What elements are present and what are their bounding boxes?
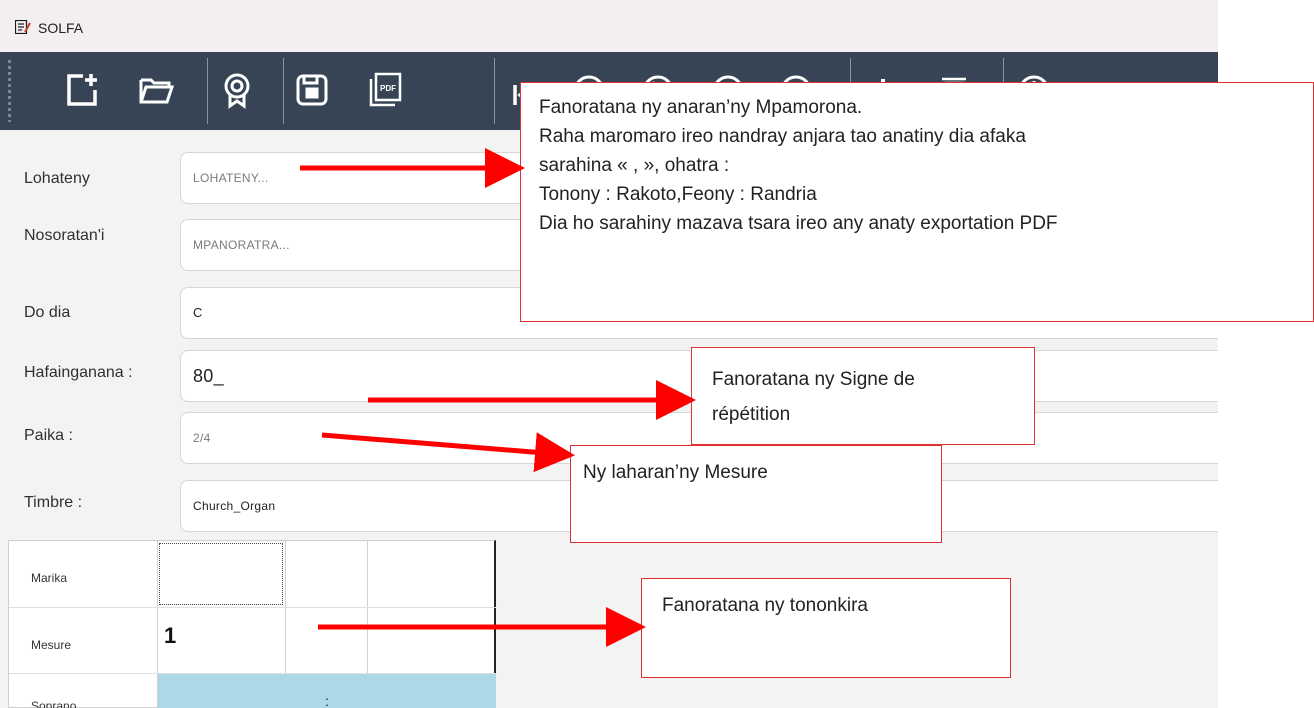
annotation-line: Raha maromaro ireo nandray anjara tao an… [539, 126, 1026, 147]
annotation-line: Dia ho sarahiny mazava tsara ireo any an… [539, 213, 1058, 234]
annotation-line: sarahina « , », ohatra : [539, 155, 730, 176]
annotation-line: Tonony : Rakoto,Feony : Randria [539, 184, 817, 205]
annotation-measure-number: Ny laharan’ny Mesure [570, 445, 942, 543]
open-folder-icon [139, 78, 175, 104]
window-title: SOLFA [38, 20, 84, 36]
timbre-label: Timbre : [24, 494, 83, 511]
toolbar-grip [8, 60, 11, 122]
open-file-button[interactable] [134, 68, 178, 112]
tempo-value: 80_ [193, 366, 224, 386]
grid-row-label: Soprano [31, 699, 77, 708]
author-placeholder: MPANORATRA... [193, 238, 290, 252]
new-file-button[interactable] [60, 68, 104, 112]
title-placeholder: LOHATENY... [193, 171, 269, 185]
soprano-note[interactable]: : [325, 693, 329, 708]
tempo-label: Hafainganana : [24, 364, 133, 381]
author-label: Nosoratan'i [24, 227, 105, 244]
measure-number[interactable]: 1 [164, 623, 176, 649]
grid-row-line [9, 607, 497, 608]
key-value: C [193, 305, 203, 320]
pdf-export-icon: PDF [369, 72, 402, 107]
marika-cell[interactable] [159, 543, 283, 605]
annotation-line: répétition [712, 404, 791, 425]
save-button[interactable] [290, 68, 334, 112]
grid-row-label: Mesure [31, 638, 72, 652]
meter-label: Paika : [24, 427, 73, 444]
score-grid[interactable]: Marika Mesure Soprano 1 : [8, 540, 497, 708]
timbre-value: Church_Organ [193, 499, 276, 513]
annotation-author-help: Fanoratana ny anaran’ny Mpamorona. Raha … [520, 82, 1314, 322]
title-bar: SOLFA [0, 0, 1218, 52]
annotation-line: Fanoratana ny Signe de [712, 369, 915, 390]
annotation-repeat-sign: Fanoratana ny Signe de répétition [691, 347, 1035, 445]
save-icon [296, 74, 328, 106]
svg-text:PDF: PDF [380, 84, 396, 93]
music-edit-icon [15, 20, 31, 34]
toolbar-separator [494, 58, 495, 124]
toolbar-separator [207, 58, 208, 124]
meter-value: 2/4 [193, 431, 211, 445]
new-file-icon [67, 74, 97, 106]
toolbar-separator [283, 58, 284, 124]
annotation-line: Fanoratana ny tononkira [662, 595, 868, 616]
annotation-line: Ny laharan’ny Mesure [583, 462, 768, 483]
award-button[interactable] [215, 68, 259, 112]
pdf-export-button[interactable]: PDF [362, 68, 406, 112]
award-icon [224, 73, 250, 109]
title-label: Lohateny [24, 170, 90, 187]
annotation-lyrics: Fanoratana ny tononkira [641, 578, 1011, 678]
grid-row-label: Marika [31, 571, 68, 585]
key-label: Do dia [24, 304, 71, 321]
annotation-line: Fanoratana ny anaran’ny Mpamorona. [539, 97, 863, 118]
